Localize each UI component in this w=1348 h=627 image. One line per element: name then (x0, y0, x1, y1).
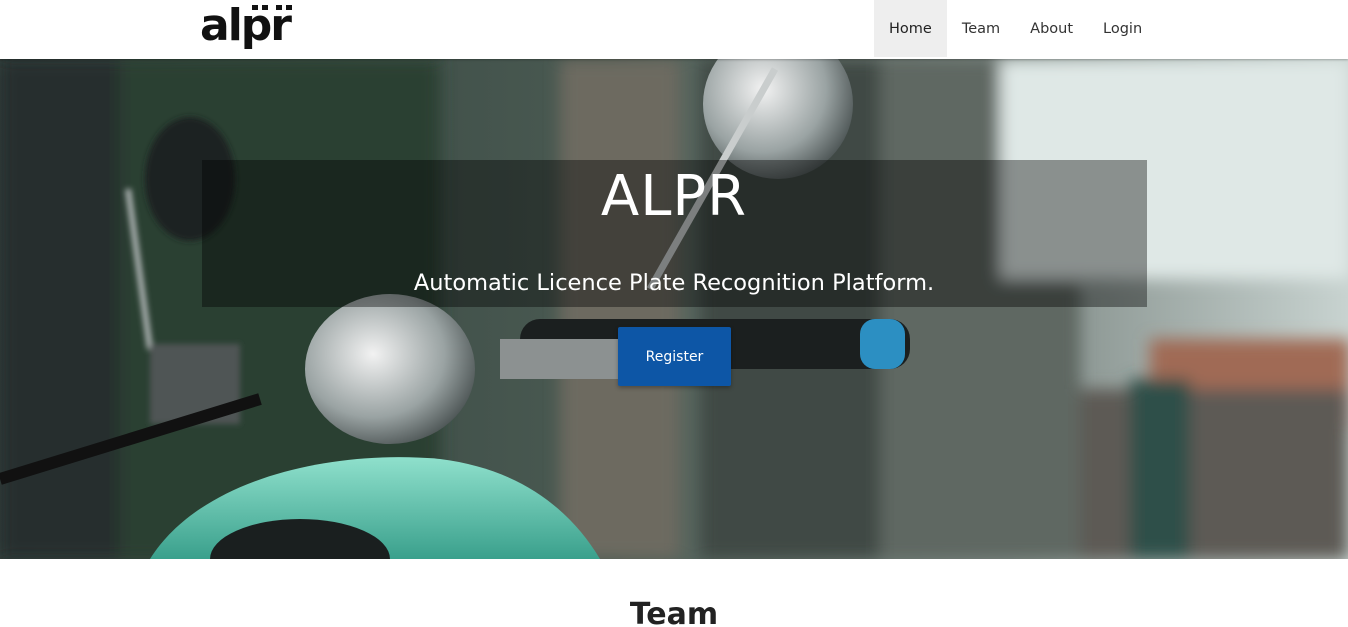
nav-home[interactable]: Home (874, 0, 947, 57)
nav-login[interactable]: Login (1088, 0, 1157, 57)
main-nav: Home Team About Login (874, 0, 1157, 57)
nav-team[interactable]: Team (947, 0, 1015, 57)
alpr-logo[interactable]: alpr (200, 0, 300, 54)
navbar: alpr Home Team About Login (0, 0, 1348, 59)
register-button[interactable]: Register (618, 327, 731, 386)
alpr-logo-mark: alpr (200, 0, 294, 51)
hero-subtitle: Automatic Licence Plate Recognition Plat… (413, 270, 935, 296)
hero-title: ALPR (600, 164, 748, 229)
team-section-title: Team (629, 597, 719, 627)
hero-section: ALPR Automatic Licence Plate Recognition… (0, 59, 1348, 559)
nav-about[interactable]: About (1015, 0, 1088, 57)
hero-background-image (0, 59, 1348, 559)
